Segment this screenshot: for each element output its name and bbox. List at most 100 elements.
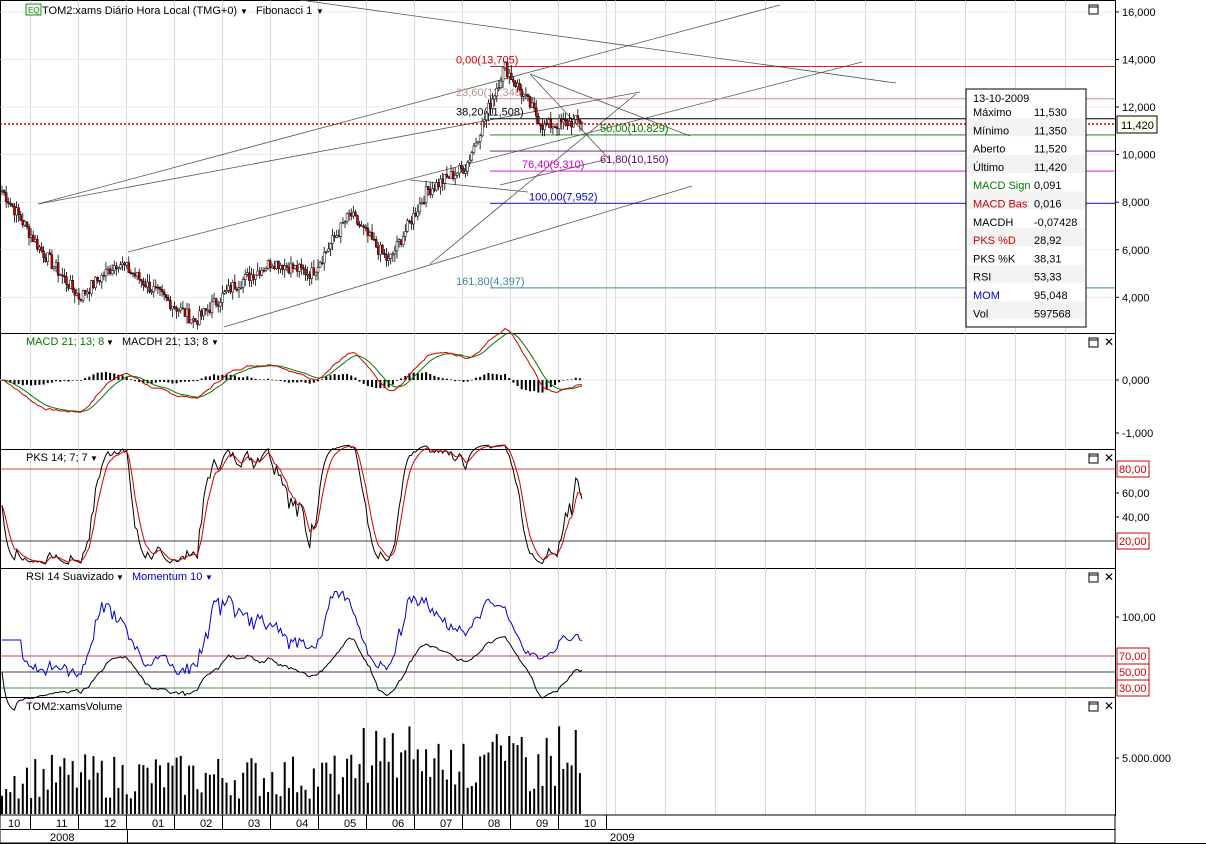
candle-body — [48, 252, 52, 256]
candle-body — [156, 286, 160, 289]
candle-body — [497, 87, 501, 90]
candle-body — [337, 235, 341, 237]
candle-body — [260, 269, 264, 276]
macdh-bar — [250, 377, 253, 380]
close-panel-icon[interactable]: ✕ — [1104, 451, 1114, 465]
candle-body — [449, 171, 453, 179]
candle-body — [283, 265, 286, 271]
candle-body — [345, 212, 349, 223]
momentum-dropdown-icon[interactable]: ▼ — [205, 573, 213, 582]
candle-body — [395, 241, 399, 252]
rsi-level-label: 70,00 — [1119, 651, 1147, 663]
candle-body — [140, 278, 143, 282]
candle-body — [225, 289, 228, 292]
maximize-panel-icon[interactable] — [1088, 453, 1099, 464]
macdh-bar — [258, 379, 261, 380]
macd-dropdown-icon[interactable]: ▼ — [106, 338, 114, 347]
volume-bar — [404, 750, 407, 814]
macd-title[interactable]: MACD 21; 13; 8 — [26, 336, 104, 348]
close-panel-icon[interactable]: ✕ — [1104, 570, 1114, 584]
volume-bar — [196, 789, 199, 814]
candle-body — [17, 207, 20, 215]
candle-body — [433, 188, 436, 191]
candle-body — [125, 262, 128, 266]
volume-bar — [275, 794, 278, 814]
candle-body — [406, 220, 409, 232]
pks-dropdown-icon[interactable]: ▼ — [90, 454, 98, 463]
candle-body — [196, 321, 199, 325]
candle-body — [185, 308, 189, 317]
candle-body — [349, 212, 353, 217]
macdh-bar — [445, 378, 448, 380]
pks-tick-label: 60,00 — [1122, 488, 1150, 500]
macdh-title[interactable]: MACDH 21; 13; 8 — [122, 336, 208, 348]
maximize-panel-icon[interactable] — [1088, 337, 1099, 348]
candle-body — [202, 308, 205, 317]
macdh-bar — [96, 372, 99, 380]
candle-body — [399, 239, 403, 245]
candle-body — [27, 226, 31, 238]
candle-body — [578, 119, 582, 124]
candle-body — [142, 280, 145, 286]
candle-body — [69, 279, 72, 289]
candle-body — [501, 67, 505, 82]
volume-bar — [541, 785, 544, 814]
candle-body — [410, 220, 413, 225]
candle-body — [19, 214, 22, 221]
macdh-bar — [17, 380, 20, 385]
macdh-bar — [88, 376, 91, 380]
macdh-bar — [296, 380, 299, 383]
fibonacci-tool-label[interactable]: Fibonacci 1 — [256, 5, 312, 17]
volume-bar — [150, 783, 153, 814]
candle-body — [83, 290, 87, 295]
close-panel-icon[interactable]: ✕ — [1104, 699, 1114, 713]
fibonacci-dropdown-icon[interactable]: ▼ — [316, 7, 324, 16]
volume-bar — [445, 779, 448, 814]
volume-bar — [104, 797, 107, 814]
candle-body — [304, 269, 307, 276]
fib-level-label: 0,00(13,705) — [456, 54, 518, 66]
candle-body — [468, 159, 471, 163]
maximize-panel-icon[interactable] — [1088, 4, 1099, 15]
candle-body — [71, 279, 74, 291]
candle-body — [277, 260, 280, 270]
instrument-dropdown-icon[interactable]: ▼ — [240, 7, 248, 16]
volume-bar — [213, 774, 216, 814]
candle-body — [113, 265, 116, 271]
equity-badge[interactable]: EQ — [28, 6, 40, 15]
macdh-bar — [524, 380, 527, 391]
price-tick-label: 10,000 — [1122, 150, 1156, 162]
price-tick-label: 8,000 — [1122, 197, 1150, 209]
candle-body — [377, 246, 380, 255]
maximize-panel-icon[interactable] — [1088, 572, 1099, 583]
candle-body — [285, 265, 289, 268]
macdh-bar — [508, 377, 511, 380]
instrument-label[interactable]: TOM2:xams Diário Hora Local (TMG+0) — [42, 5, 237, 17]
close-panel-icon[interactable]: ✕ — [1104, 335, 1114, 349]
rsi-dropdown-icon[interactable]: ▼ — [116, 573, 124, 582]
chart-workspace: 0,00(13,705)23,60(12,348)38,20(11,508)50… — [0, 0, 1206, 844]
candle-body — [90, 280, 93, 294]
candle-body — [308, 273, 311, 279]
candle-body — [414, 213, 417, 217]
macdh-bar — [420, 372, 423, 380]
maximize-panel-icon[interactable] — [1088, 701, 1099, 712]
candle-body — [73, 289, 77, 296]
macdh-dropdown-icon[interactable]: ▼ — [211, 338, 219, 347]
candle-body — [306, 273, 309, 276]
candle-body — [456, 172, 459, 176]
candle-body — [368, 231, 372, 236]
rsi-title[interactable]: RSI 14 Suavizado — [26, 571, 114, 583]
candle-body — [526, 93, 530, 97]
volume-bar — [425, 749, 428, 814]
volume-bar — [88, 779, 91, 814]
candle-body — [106, 268, 110, 271]
pks-title[interactable]: PKS 14; 7; 7 — [26, 452, 88, 464]
time-axis: 10 11 12 01 02 03 04 05 06 07 08 09 10 2008 2009 — [0, 814, 1116, 844]
candle-body — [110, 270, 114, 274]
candle-body — [431, 188, 434, 195]
macdh-bar — [292, 380, 295, 383]
momentum-title[interactable]: Momentum 10 — [132, 571, 202, 583]
volume-bar — [59, 766, 62, 814]
candle-body — [117, 267, 120, 270]
